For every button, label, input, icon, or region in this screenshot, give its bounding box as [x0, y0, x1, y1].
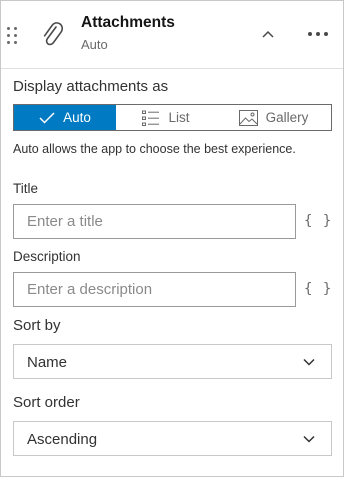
list-icon: [142, 110, 160, 126]
display-option-label: Gallery: [265, 110, 309, 125]
description-field: [13, 272, 296, 307]
image-icon: [238, 109, 258, 126]
title-field-label: Title: [13, 181, 39, 196]
sort-by-label: Sort by: [13, 317, 61, 334]
panel-subtitle: Auto: [81, 37, 108, 52]
chevron-down-icon: [303, 358, 315, 366]
title-expression-button[interactable]: { }: [304, 213, 332, 229]
chevron-down-icon: [303, 435, 315, 443]
display-mode-segmented-control: Auto List Gallery: [13, 104, 332, 131]
sort-order-select[interactable]: Ascending: [13, 421, 332, 456]
check-icon: [39, 111, 55, 124]
title-input[interactable]: [14, 205, 295, 238]
description-expression-button[interactable]: { }: [304, 281, 332, 297]
title-field: [13, 204, 296, 239]
drag-handle-icon[interactable]: [6, 26, 20, 44]
sort-by-value: Name: [27, 354, 68, 371]
sort-order-value: Ascending: [27, 431, 98, 448]
display-option-label: Auto: [63, 110, 91, 125]
description-input[interactable]: [14, 273, 295, 306]
ellipsis-icon[interactable]: [304, 23, 332, 45]
sort-by-select[interactable]: Name: [13, 344, 332, 379]
attachments-panel: Attachments Auto Display attachments as …: [0, 0, 344, 477]
display-option-list[interactable]: List: [116, 105, 216, 130]
display-option-label: List: [168, 110, 190, 125]
panel-title: Attachments: [81, 14, 175, 31]
display-option-auto[interactable]: Auto: [14, 105, 116, 130]
display-hint: Auto allows the app to choose the best e…: [13, 142, 296, 156]
description-field-label: Description: [13, 249, 81, 264]
sort-order-label: Sort order: [13, 394, 80, 411]
panel-header: Attachments Auto: [1, 1, 343, 69]
display-option-gallery[interactable]: Gallery: [216, 105, 331, 130]
chevron-up-icon[interactable]: [257, 23, 279, 45]
paperclip-icon: [39, 19, 65, 49]
display-label: Display attachments as: [13, 78, 169, 95]
